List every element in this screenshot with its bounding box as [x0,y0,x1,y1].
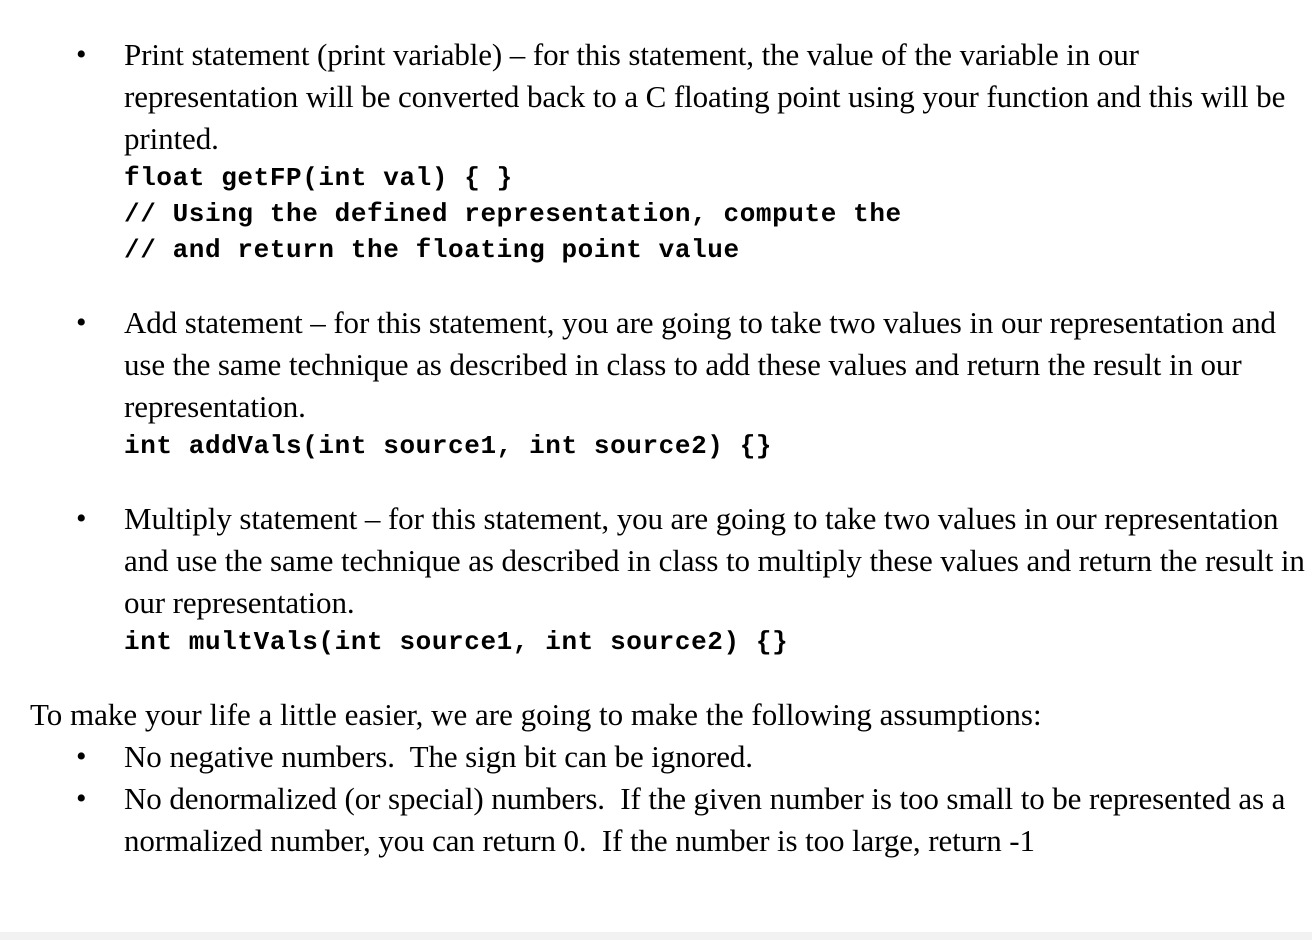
document-content: • Print statement (print variable) – for… [0,0,1312,862]
code-comment-line: // and return the floating point value [124,235,740,265]
bullet-marker-icon: • [76,502,87,535]
assumption-text: No denormalized (or special) numbers. If… [124,781,1293,858]
statement-bullet-list: • Print statement (print variable) – for… [0,34,1312,660]
bullet-spacer [0,464,1312,498]
document-page: • Print statement (print variable) – for… [0,0,1312,940]
bullet-marker-icon: • [76,38,87,71]
bullet-marker-icon: • [76,306,87,339]
assumptions-bullet-list: • No negative numbers. The sign bit can … [0,736,1312,862]
statement-description: Print statement (print variable) – for t… [124,37,1293,156]
code-line: float getFP(int val) { } [124,163,513,193]
assumptions-intro: To make your life a little easier, we ar… [30,697,1042,732]
bullet-spacer [0,268,1312,302]
bullet-print-statement: • Print statement (print variable) – for… [0,34,1312,268]
statement-description: Add statement – for this statement, you … [124,305,1284,424]
bullet-no-denormalized-numbers: • No denormalized (or special) numbers. … [0,778,1312,862]
bullet-marker-icon: • [76,782,87,815]
code-line: int multVals(int source1, int source2) {… [124,627,789,657]
assumption-text: No negative numbers. The sign bit can be… [124,739,753,774]
code-comment-line: // Using the defined representation, com… [124,199,902,229]
top-spacer [0,0,1312,34]
page-bottom-edge [0,932,1312,940]
bullet-multiply-statement: • Multiply statement – for this statemen… [0,498,1312,660]
statement-description: Multiply statement – for this statement,… [124,501,1312,620]
bullet-no-negative-numbers: • No negative numbers. The sign bit can … [0,736,1312,778]
code-line: int addVals(int source1, int source2) {} [124,431,773,461]
bullet-marker-icon: • [76,740,87,773]
bullet-add-statement: • Add statement – for this statement, yo… [0,302,1312,464]
